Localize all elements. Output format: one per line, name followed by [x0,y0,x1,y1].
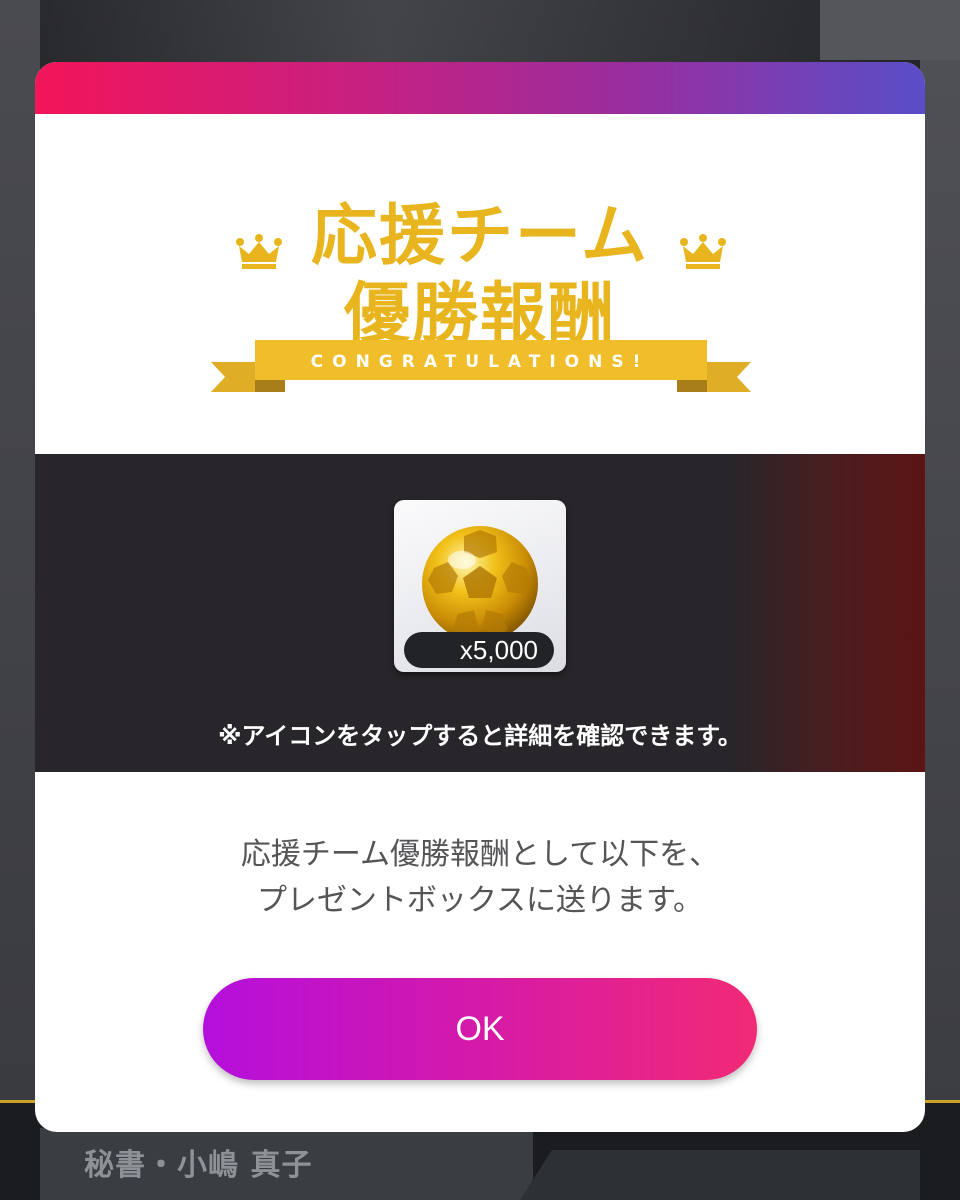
message-line1: 応援チーム優勝報酬として以下を、 [240,837,720,872]
background-wall-right [920,0,960,1100]
crown-icon [236,234,282,269]
background-block [820,0,960,60]
reward-quantity: x5,000 [404,632,554,668]
background-wall-left [0,0,40,1100]
reward-hint-text: ※アイコンをタップすると詳細を確認できます。 [218,722,742,750]
reward-band: x5,000 ※アイコンをタップすると詳細を確認できます。 [35,454,925,772]
crown-icon [680,234,726,269]
ok-button[interactable]: OK [203,978,757,1080]
reward-item-card[interactable]: x5,000 [394,500,566,672]
message-line2: プレゼントボックスに送ります。 [256,883,704,918]
reward-dialog: 応援チーム 優勝報酬 CONGRATULATIONS! x5,000 ※アイコン… [35,62,925,1132]
dialog-header-bar [35,62,925,114]
ribbon-text: CONGRATULATIONS! [310,352,650,372]
gold-soccer-ball-icon [422,526,538,642]
nameplate-stripe [520,1150,920,1200]
dialog-message: 応援チーム優勝報酬として以下を、 プレゼントボックスに送ります。 [35,832,925,924]
speaker-name: 秘書・小嶋 真子 [84,1148,313,1183]
